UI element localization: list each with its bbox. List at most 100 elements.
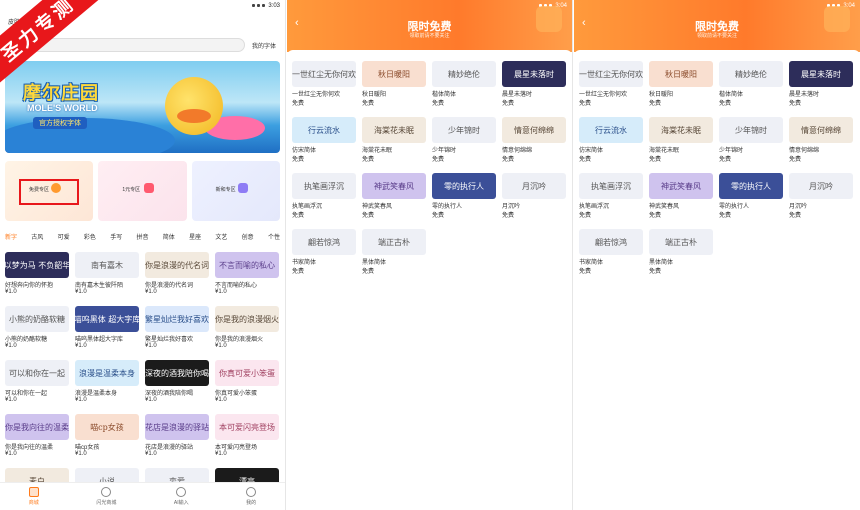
font-preview: 翩若惊鸿 (292, 229, 356, 255)
font-card[interactable]: 端正古朴 黑体简体 免费 (649, 229, 713, 282)
font-price: 免费 (649, 213, 662, 219)
font-card[interactable]: 秋日暖阳 秋日暖阳 免费 (649, 61, 713, 114)
category-new[interactable]: 新和专区 (191, 161, 280, 221)
nav-label: 我的 (246, 500, 257, 506)
font-name: 书家简体 (292, 260, 317, 266)
font-name: 深夜的酒我陪你喝 (145, 391, 194, 397)
promo-banner[interactable]: 摩尔庄园 MOLE'S WORLD 官方授权字体 (5, 61, 280, 153)
font-preview: 情意何绵绵 (789, 117, 853, 143)
font-card[interactable]: 可以和你在一起 可以和你在一起 ¥1.0 (5, 360, 69, 412)
font-card[interactable]: 执笔画浮沉 执笔画浮沉 免费 (292, 173, 356, 226)
font-card[interactable]: 繁星灿烂我好喜欢 繁星灿烂我好喜欢 ¥1.0 (145, 306, 209, 358)
free-font-grid: 一世红尘无你何欢 一世红尘无你何欢 免费 秋日暖阳 秋日暖阳 免费 精妙绝伦 楷体简体 免费 晨星… (579, 61, 857, 282)
font-card[interactable]: 精妙绝伦 楷体简体 免费 (432, 61, 496, 114)
font-card[interactable]: 一世红尘无你何欢 一世红尘无你何欢 免费 (292, 61, 356, 114)
font-card[interactable]: 你是我向往的温柔 你是我向往的温柔 ¥1.0 (5, 414, 69, 466)
font-card[interactable]: 月沉吟 月沉吟 免费 (502, 173, 566, 226)
font-card[interactable]: 零的执行人 零的执行人 免费 (719, 173, 783, 226)
font-card[interactable]: 不言而喻的私心 不言而喻的私心 ¥1.0 (215, 252, 279, 304)
nav-item[interactable]: AI输入 (174, 487, 189, 506)
font-price: 免费 (719, 213, 732, 219)
font-name: 一世红尘无你何欢 (292, 92, 341, 98)
font-price: ¥1.0 (5, 451, 17, 457)
font-name: 零的执行人 (719, 204, 750, 210)
tab-item[interactable]: 新字 (5, 232, 17, 244)
font-preview: 海棠花未眠 (362, 117, 426, 143)
font-card[interactable]: 浪漫是温柔本身 浪漫是温柔本身 ¥1.0 (75, 360, 139, 412)
font-card[interactable]: 海棠花未眠 海棠花未眠 免费 (649, 117, 713, 170)
font-card[interactable]: 以梦为马 不负韶华 好想奔向你的怀抱 ¥1.0 (5, 252, 69, 304)
font-price: 免费 (719, 157, 732, 163)
category-one-yuan[interactable]: 1元专区 (98, 161, 187, 221)
font-card[interactable]: 你真可爱小笨蛋 你真可爱小笨蛋 ¥1.0 (215, 360, 279, 412)
font-card[interactable]: 翩若惊鸿 书家简体 免费 (579, 229, 643, 282)
font-card[interactable]: 秋日暖阳 秋日暖阳 免费 (362, 61, 426, 114)
font-card[interactable]: 零的执行人 零的执行人 免费 (432, 173, 496, 226)
tab-item[interactable]: 文艺 (215, 232, 227, 244)
banner-logo: 摩尔庄园 (23, 83, 99, 104)
font-name: 楷体简体 (432, 92, 457, 98)
font-preview: 秋日暖阳 (362, 61, 426, 87)
font-card[interactable]: 喵呜黑体 超大字库 喵呜黑体超大字库 ¥1.0 (75, 306, 139, 358)
nav-item[interactable]: 商城 (28, 487, 39, 506)
category-label: 新和专区 (215, 187, 236, 193)
font-card[interactable]: 你是我的浪漫烟火 你是我的浪漫烟火 ¥1.0 (215, 306, 279, 358)
font-preview: 行云流水 (292, 117, 356, 143)
tab-item[interactable]: 简体 (163, 232, 175, 244)
font-price: ¥1.0 (215, 343, 227, 349)
font-card[interactable]: 深夜的酒我陪你喝 深夜的酒我陪你喝 ¥1.0 (145, 360, 209, 412)
font-price: ¥1.0 (5, 289, 17, 295)
font-price: 免费 (649, 269, 662, 275)
font-name: 喵呜黑体超大字库 (75, 337, 124, 343)
font-card[interactable]: 海棠花未眠 海棠花未眠 免费 (362, 117, 426, 170)
font-card[interactable]: 情意何绵绵 情意何绵绵 免费 (789, 117, 853, 170)
font-name: 神武笑春风 (362, 204, 393, 210)
font-card[interactable]: 南有嘉木 南有嘉木生彼阡陌 ¥1.0 (75, 252, 139, 304)
font-card[interactable]: 一世红尘无你何欢 一世红尘无你何欢 免费 (579, 61, 643, 114)
font-card[interactable]: 少年锦时 少年锦时 免费 (719, 117, 783, 170)
font-card[interactable]: 花店是浪漫的驿站 花店是浪漫的驿站 ¥1.0 (145, 414, 209, 466)
font-card[interactable]: 月沉吟 月沉吟 免费 (789, 173, 853, 226)
font-price: 免费 (789, 101, 802, 107)
font-card[interactable]: 精妙绝伦 楷体简体 免费 (719, 61, 783, 114)
font-card[interactable]: 小熊的奶酪软糖 小熊的奶酪软糖 ¥1.0 (5, 306, 69, 358)
tab-item[interactable]: 可爱 (58, 232, 70, 244)
font-card[interactable]: 晨星未落时 晨星未落时 免费 (502, 61, 566, 114)
font-preview: 少年锦时 (719, 117, 783, 143)
font-preview: 零的执行人 (432, 173, 496, 199)
font-card[interactable]: 少年锦时 少年锦时 免费 (432, 117, 496, 170)
font-name: 你真可爱小笨蛋 (215, 391, 258, 397)
tab-item[interactable]: 彩色 (84, 232, 96, 244)
font-card[interactable]: 晨星未落时 晨星未落时 免费 (789, 61, 853, 114)
font-name: 楷体简体 (719, 92, 744, 98)
category-free[interactable]: 免费专区 (5, 161, 94, 221)
font-card[interactable]: 情意何绵绵 情意何绵绵 免费 (502, 117, 566, 170)
tab-item[interactable]: 个性 (268, 232, 280, 244)
nav-item[interactable]: 闪光商城 (96, 487, 116, 506)
font-preview: 小熊的奶酪软糖 (5, 306, 69, 332)
font-card[interactable]: 神武笑春风 神武笑春风 免费 (362, 173, 426, 226)
font-name: 晨星未落时 (789, 92, 820, 98)
font-preview: 喵呜黑体 超大字库 (75, 306, 139, 332)
font-card[interactable]: 执笔画浮沉 执笔画浮沉 免费 (579, 173, 643, 226)
font-name: 好想奔向你的怀抱 (5, 283, 54, 289)
tab-item[interactable]: 古风 (31, 232, 43, 244)
font-card[interactable]: 行云流水 仿宋简体 免费 (292, 117, 356, 170)
free-fonts-screen-copy: 3:04 ‹ 限时免费 领取前请不要关注 一世红尘无你何欢 一世红尘无你何欢 免费秋… (574, 0, 860, 510)
tab-item[interactable]: 创意 (242, 232, 254, 244)
font-card[interactable]: 神武笑春风 神武笑春风 免费 (649, 173, 713, 226)
tab-item[interactable]: 拼音 (136, 232, 148, 244)
font-card[interactable]: 翩若惊鸿 书家简体 免费 (292, 229, 356, 282)
tab-item[interactable]: 星座 (189, 232, 201, 244)
tab-item[interactable]: 手写 (110, 232, 122, 244)
font-card[interactable]: 端正古朴 黑体简体 免费 (362, 229, 426, 282)
font-card[interactable]: 你是浪漫的代名词 你是浪漫的代名词 ¥1.0 (145, 252, 209, 304)
font-card[interactable]: 行云流水 仿宋简体 免费 (579, 117, 643, 170)
status-bar: 3:04 (287, 0, 572, 11)
font-name: 繁星灿烂我好喜欢 (145, 337, 194, 343)
font-card[interactable]: 喵cp女孩 喵cp女孩 ¥1.0 (75, 414, 139, 466)
font-name: 你是我向往的温柔 (5, 445, 54, 451)
font-card[interactable]: 本可爱闪亮登场 本可爱闪亮登场 ¥1.0 (215, 414, 279, 466)
nav-item[interactable]: 我的 (246, 487, 256, 506)
my-fonts-link[interactable]: 我的字体 (252, 41, 276, 50)
